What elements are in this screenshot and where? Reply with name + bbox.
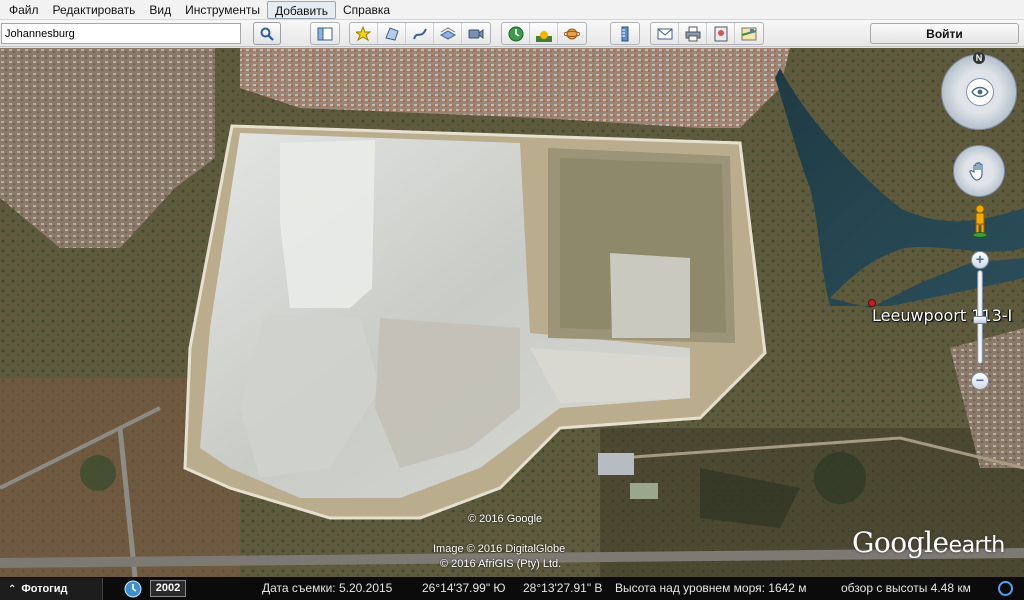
print-icon [685,26,700,41]
sidebar-group [310,22,340,45]
add-placemark-button[interactable] [350,23,378,44]
eye-icon [971,86,989,98]
add-path-button[interactable] [406,23,434,44]
ruler-icon [621,26,629,41]
view-tools-group [501,22,587,45]
chevron-up-icon: ⌃ [8,583,17,595]
menu-add[interactable]: Добавить [266,0,337,19]
copyright-afrigis: © 2016 AfriGIS (Pty) Ltd. [440,558,562,570]
planets-icon [564,28,580,39]
pegman-icon[interactable] [972,204,988,238]
search-icon [260,27,274,41]
record-tour-icon [468,28,484,39]
menu-bar: Файл Редактировать Вид Инструменты Добав… [0,0,1024,20]
toolbar: Войти [0,20,1024,47]
placemark-label[interactable]: Leeuwpoort 113-I [872,306,1012,325]
north-indicator[interactable]: N [973,52,985,64]
sunlight-icon [535,30,552,42]
look-eye-button[interactable] [966,78,994,106]
add-tools-group [349,22,491,45]
menu-edit[interactable]: Редактировать [46,1,143,19]
sidebar-toggle-icon [317,27,333,40]
email-button[interactable] [651,23,679,44]
zoom-in-button[interactable]: + [971,251,989,269]
menu-tools[interactable]: Инструменты [178,1,267,19]
eye-altitude-readout: обзор с высоты 4.48 км [841,581,971,595]
logo-earth-text: earth [948,533,1006,558]
add-path-icon [412,28,427,39]
share-group [650,22,764,45]
logo-google-text: Google [852,526,949,559]
view-in-maps-button[interactable] [735,23,763,44]
map-viewport[interactable]: Leeuwpoort 113-I © 2016 Google Image © 2… [0,48,1024,577]
zoom-out-button[interactable]: − [971,372,989,390]
longitude-readout: 28°13'27.91" В [523,581,603,595]
add-polygon-icon [384,26,399,41]
print-button[interactable] [679,23,707,44]
add-polygon-button[interactable] [378,23,406,44]
save-image-button[interactable] [707,23,735,44]
ruler-button[interactable] [611,23,639,44]
photo-guide-tab[interactable]: ⌃ Фотогид [0,578,103,600]
google-earth-logo: Googleearth [852,526,1005,559]
zoom-slider-thumb[interactable] [973,316,987,324]
satellite-imagery [0,48,1024,577]
historical-imagery-icon [508,26,523,41]
login-button[interactable]: Войти [870,23,1019,44]
image-overlay-button[interactable] [434,23,462,44]
planets-button[interactable] [558,23,586,44]
record-tour-button[interactable] [462,23,490,44]
menu-file[interactable]: Файл [2,1,46,19]
add-placemark-icon [355,25,371,41]
move-joystick[interactable] [953,145,1005,197]
save-image-icon [714,26,727,41]
search-button[interactable] [253,22,281,45]
image-overlay-icon [439,26,456,40]
hand-icon [969,162,983,181]
sidebar-toggle-button[interactable] [311,23,339,44]
copyright-imagery: Image © 2016 DigitalGlobe [433,543,566,555]
view-in-maps-icon [741,27,757,40]
email-icon [657,28,672,39]
menu-view[interactable]: Вид [142,1,178,19]
latitude-readout: 26°14'37.99" Ю [422,581,506,595]
ruler-group [610,22,640,45]
altitude-readout: Высота над уровнем моря: 1642 м [615,581,807,595]
capture-date: Дата съемки: 5.20.2015 [262,581,393,595]
sunlight-button[interactable] [530,23,558,44]
copyright-google: © 2016 Google [468,513,543,525]
imagery-year-badge[interactable]: 2002 [150,580,186,597]
photo-guide-label: Фотогид [21,583,68,595]
historical-clock-icon[interactable] [124,580,142,598]
streaming-indicator-icon [998,581,1013,596]
search-input[interactable] [1,23,241,44]
menu-help[interactable]: Справка [336,1,397,19]
historical-imagery-button[interactable] [502,23,530,44]
status-bar: ⌃ Фотогид 2002 Дата съемки: 5.20.2015 26… [0,577,1024,600]
